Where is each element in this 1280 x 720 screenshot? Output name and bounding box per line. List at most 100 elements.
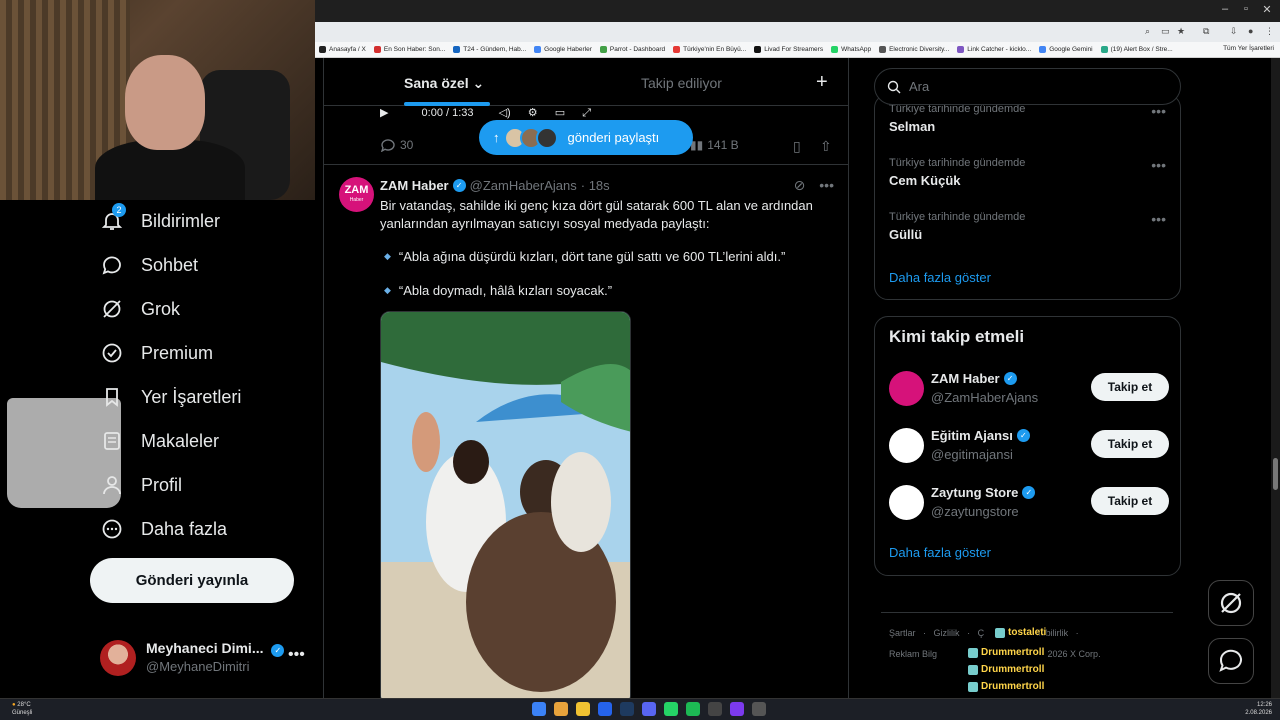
cast-icon[interactable]: ▭ <box>1161 26 1170 37</box>
app-icon[interactable] <box>752 702 766 716</box>
close-icon[interactable]: ✕ <box>1257 3 1277 16</box>
bookmark-item[interactable]: Google Gemini <box>1039 46 1093 53</box>
profile-icon[interactable]: ● <box>1248 26 1253 36</box>
follow-button[interactable]: Takip et <box>1091 487 1169 515</box>
start-icon[interactable] <box>532 702 546 716</box>
nav-item-7[interactable]: Daha fazla <box>100 514 227 544</box>
taskbar-apps <box>532 702 774 716</box>
tab-for-you[interactable]: Sana özel ⌄ <box>404 75 484 92</box>
spotify-icon[interactable] <box>686 702 700 716</box>
nav-item-4[interactable]: Yer İşaretleri <box>100 382 241 412</box>
avatar[interactable] <box>889 428 924 463</box>
tweet-time[interactable]: · 18s <box>581 178 610 193</box>
tweet[interactable]: ZAM Haber ZAM Haber ✓ @ZamHaberAjans · 18… <box>324 164 848 698</box>
reply-button[interactable]: 30 <box>380 138 413 152</box>
messages-fab[interactable] <box>1208 638 1254 684</box>
nav-item-3[interactable]: Premium <box>100 338 213 368</box>
footer-link-cookies[interactable]: Ç <box>978 628 985 638</box>
bookmark-item[interactable]: Livad For Streamers <box>754 46 823 53</box>
avatar[interactable] <box>889 485 924 520</box>
minimize-icon[interactable]: – <box>1215 3 1235 15</box>
trend-item[interactable]: Türkiye tarihinde gündemde Cem Küçük <box>889 157 1025 188</box>
bookmark-item[interactable]: Electronic Diversity... <box>879 46 949 53</box>
views-stat[interactable]: ▮▮ 141 B <box>690 138 739 152</box>
clock[interactable]: 12:26 2.08.2026 <box>1245 701 1272 717</box>
extensions-icon[interactable]: ⧉ <box>1203 26 1209 37</box>
share-icon[interactable]: ⇧ <box>820 138 832 155</box>
trend-item[interactable]: Türkiye tarihinde gündemde Güllü <box>889 211 1025 242</box>
who-to-follow-item[interactable]: Zaytung Store ✓ @zaytungstore Takip et <box>889 483 1169 523</box>
bookmark-icon[interactable]: ▯ <box>793 138 801 155</box>
menu-icon[interactable]: ⋮ <box>1265 26 1274 37</box>
profile-name: Meyhaneci Dimi... ✓ <box>146 640 285 657</box>
nav-item-2[interactable]: Grok <box>100 294 180 324</box>
more-icon[interactable]: ••• <box>1151 103 1166 119</box>
who-show-more[interactable]: Daha fazla göster <box>889 545 991 560</box>
chrome-icon[interactable] <box>554 702 568 716</box>
weather-widget[interactable]: ● 28°C Güneşli <box>12 701 32 717</box>
follow-button[interactable]: Takip et <box>1091 430 1169 458</box>
bookmarks-bar: Anasayfa / X En Son Haber: Son... T24 - Gü… <box>315 42 1280 58</box>
volume-icon[interactable]: ◁) <box>499 107 511 119</box>
nav-item-0[interactable]: 2 Bildirimler <box>100 203 220 236</box>
more-icon[interactable]: ••• <box>1151 211 1166 227</box>
star-icon[interactable]: ★ <box>1177 26 1185 37</box>
epic-icon[interactable] <box>708 702 722 716</box>
maximize-icon[interactable]: ▫ <box>1236 3 1256 15</box>
fullscreen-icon[interactable]: ⤢ <box>582 107 591 119</box>
timeline-tabs: Sana özel ⌄ Takip ediliyor + <box>324 58 848 106</box>
avatar[interactable]: ZAM Haber <box>339 177 374 212</box>
more-icon[interactable]: ••• <box>1151 157 1166 173</box>
bookmark-item[interactable]: (19) Alert Box / Stre... <box>1100 46 1173 53</box>
bookmark-item[interactable]: Türkiye'nin En Büyü... <box>673 46 746 53</box>
avatar[interactable] <box>889 371 924 406</box>
trends-show-more[interactable]: Daha fazla göster <box>889 270 991 285</box>
scrollbar[interactable] <box>1271 58 1280 698</box>
bookmark-item[interactable]: En Son Haber: Son... <box>373 46 445 53</box>
explorer-icon[interactable] <box>576 702 590 716</box>
trend-item[interactable]: Türkiye tarihinde gündemde Selman <box>889 103 1025 134</box>
footer-link-privacy[interactable]: Gizlilik <box>934 628 960 638</box>
nav-item-label: Daha fazla <box>141 518 228 539</box>
bookmark-item[interactable]: T24 - Gündem, Hab... <box>453 46 526 53</box>
nav-item-label: Premium <box>141 342 214 363</box>
tab-following[interactable]: Takip ediliyor <box>641 75 722 91</box>
grok-fab[interactable] <box>1208 580 1254 626</box>
downloads-icon[interactable]: ⇩ <box>1230 26 1238 37</box>
post-button[interactable]: Gönderi yayınla <box>90 558 294 603</box>
new-posts-pill[interactable]: ↑ gönderi paylaştı <box>479 120 693 155</box>
zoom-icon[interactable]: ⌕ <box>1145 26 1150 37</box>
who-to-follow-item[interactable]: ZAM Haber ✓ @ZamHaberAjans Takip et <box>889 369 1169 409</box>
who-to-follow-item[interactable]: Eğitim Ajansı ✓ @egitimajansi Takip et <box>889 426 1169 466</box>
more-icon[interactable]: ••• <box>819 177 834 193</box>
tweet-author[interactable]: ZAM Haber <box>380 178 449 193</box>
add-tab-icon[interactable]: + <box>816 71 828 94</box>
play-icon[interactable]: ▶ <box>380 107 388 119</box>
nav-item-1[interactable]: Sohbet <box>100 250 198 280</box>
account-name: Zaytung Store ✓ <box>931 485 1036 500</box>
tweet-photo[interactable] <box>380 311 631 698</box>
all-bookmarks[interactable]: Tüm Yer İşaretleri <box>1223 45 1274 52</box>
bookmark-item[interactable]: Parrot - Dashboard <box>599 46 665 53</box>
grok-icon[interactable]: ⊘ <box>794 177 806 193</box>
pip-icon[interactable]: ▭ <box>555 107 565 119</box>
whatsapp-icon[interactable] <box>664 702 678 716</box>
bookmark-item[interactable]: Anasayfa / X <box>319 46 366 53</box>
footer-link-ads[interactable]: Reklam Bilg <box>889 649 937 659</box>
more-icon[interactable]: ••• <box>288 646 305 664</box>
search-input[interactable]: Ara <box>874 68 1181 105</box>
app-icon[interactable] <box>598 702 612 716</box>
app-icon[interactable] <box>730 702 744 716</box>
scrollbar-thumb[interactable] <box>1273 458 1278 490</box>
bookmark-item[interactable]: WhatsApp <box>831 46 871 53</box>
bookmark-item[interactable]: Google Haberler <box>534 46 592 53</box>
settings-icon[interactable]: ⚙ <box>528 107 538 119</box>
account-switcher[interactable]: Meyhaneci Dimi... ✓ @MeyhaneDimitri ••• <box>100 638 315 678</box>
tweet-handle[interactable]: @ZamHaberAjans <box>470 178 577 193</box>
follow-button[interactable]: Takip et <box>1091 373 1169 401</box>
discord-icon[interactable] <box>642 702 656 716</box>
footer-link-terms[interactable]: Şartlar <box>889 628 916 638</box>
steam-icon[interactable] <box>620 702 634 716</box>
favicon-icon <box>831 46 839 53</box>
bookmark-item[interactable]: Link Catcher - kicklo... <box>957 46 1031 53</box>
